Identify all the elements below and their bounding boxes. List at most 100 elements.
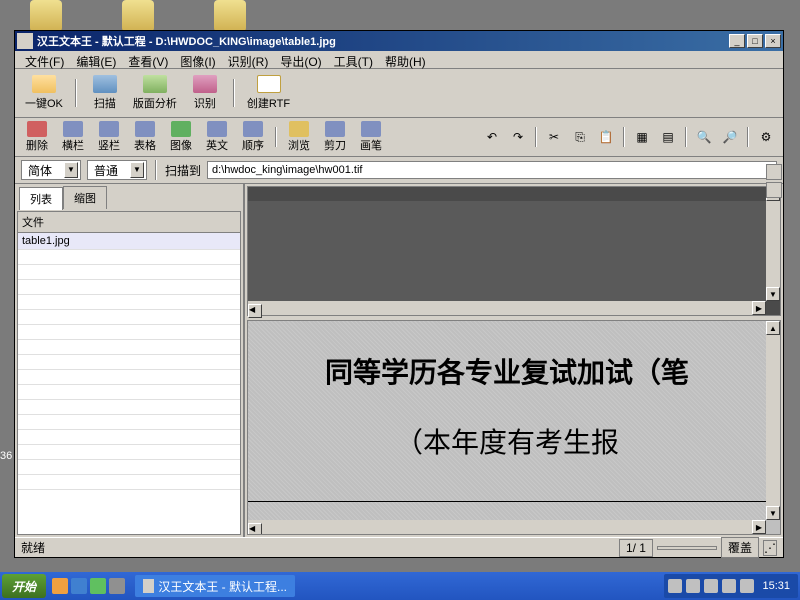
one-key-ok-button[interactable]: 一键OK [21,73,67,113]
menu-help[interactable]: 帮助(H) [379,51,432,68]
zoom-out-button[interactable]: 🔎 [719,126,741,148]
cut-button[interactable]: ✂ [543,126,565,148]
vertical-scrollbar[interactable]: ▲ ▼ [766,187,780,301]
table-button[interactable]: 表格 [129,120,161,154]
resize-grip[interactable]: ⋰ [763,540,777,556]
style-combo[interactable]: 普通▼ [87,160,147,180]
brush-button[interactable]: 画笔 [355,120,387,154]
path-row: 简体▼ 普通▼ 扫描到 [15,157,783,184]
file-row-empty [18,325,240,340]
app-icon [17,33,33,49]
hcolumn-icon [63,121,83,137]
rtf-icon [257,75,281,93]
scroll-left-button[interactable]: ◀ [248,523,262,535]
file-row-empty [18,355,240,370]
menu-recognize[interactable]: 识别(R) [222,51,275,68]
font-combo[interactable]: 简体▼ [21,160,81,180]
create-rtf-button[interactable]: 创建RTF [243,73,294,113]
side-tool-icon[interactable] [766,164,782,180]
order-button[interactable]: 顺序 [237,120,269,154]
scroll-right-button[interactable]: ▶ [752,301,766,315]
main-toolbar: 一键OK 扫描 版面分析 识别 创建RTF [15,69,783,118]
table-icon [135,121,155,137]
browse-icon [289,121,309,137]
side-tool-icon[interactable] [766,182,782,198]
scan-path-input[interactable] [207,161,777,179]
taskbar-app-button[interactable]: 汉王文本王 - 默认工程... [135,575,295,597]
minimize-button[interactable]: _ [729,34,745,48]
maximize-button[interactable]: □ [747,34,763,48]
tray-icon[interactable] [704,579,718,593]
tray-icon[interactable] [722,579,736,593]
close-button[interactable]: × [765,34,781,48]
left-tabs: 列表 缩图 [15,184,243,209]
delete-button[interactable]: 删除 [21,120,53,154]
preview-canvas[interactable] [248,201,766,301]
clock[interactable]: 15:31 [758,580,794,592]
layout-analysis-button[interactable]: 版面分析 [129,73,181,113]
quicklaunch-icon[interactable] [71,578,87,594]
scissors-button[interactable]: 剪刀 [319,120,351,154]
status-overwrite: 覆盖 [721,537,759,558]
redo-button[interactable]: ↷ [507,126,529,148]
file-row-empty [18,310,240,325]
copy-button[interactable]: ⎘ [569,126,591,148]
settings-button[interactable]: ⚙ [755,126,777,148]
zoom-in-button[interactable]: 🔍 [693,126,715,148]
recognize-icon [193,75,217,93]
undo-button[interactable]: ↶ [481,126,503,148]
app-window: 汉王文本王 - 默认工程 - D:\HWDOC_KING\image\table… [14,30,784,558]
horizontal-scrollbar[interactable]: ◀ ▶ [248,301,766,315]
vertical-scrollbar[interactable]: ▲ ▼ [766,321,780,520]
separator [535,127,537,147]
image-button[interactable]: 图像 [165,120,197,154]
doc-subtitle-line: （本年度有考生报 [395,421,619,461]
scroll-up-button[interactable]: ▲ [766,321,780,335]
quicklaunch-icon[interactable] [109,578,125,594]
menu-tools[interactable]: 工具(T) [328,51,379,68]
image-icon [171,121,191,137]
tray-icon[interactable] [740,579,754,593]
desktop-icon[interactable] [30,0,62,32]
separator [233,79,235,107]
horizontal-scrollbar[interactable]: ◀ ▶ [248,520,766,534]
tray-icon[interactable] [686,579,700,593]
layout2-button[interactable]: ▤ [657,126,679,148]
file-row[interactable]: table1.jpg [18,233,240,250]
tray-icon[interactable] [668,579,682,593]
quicklaunch-icon[interactable] [90,578,106,594]
brush-icon [361,121,381,137]
menu-image[interactable]: 图像(I) [174,51,221,68]
english-button[interactable]: 英文 [201,120,233,154]
separator [155,160,157,180]
recognize-button[interactable]: 识别 [185,73,225,113]
document-content[interactable]: 同等学历各专业复试加试（笔 （本年度有考生报 [248,321,766,520]
scroll-right-button[interactable]: ▶ [752,520,766,534]
paste-button[interactable]: 📋 [595,126,617,148]
scroll-down-button[interactable]: ▼ [766,506,780,520]
menu-edit[interactable]: 编辑(E) [70,51,122,68]
app-icon [143,579,154,593]
file-list-header[interactable]: 文件 [18,212,240,233]
scan-button[interactable]: 扫描 [85,73,125,113]
menu-view[interactable]: 查看(V) [122,51,174,68]
menu-export[interactable]: 导出(O) [274,51,327,68]
layout1-button[interactable]: ▦ [631,126,653,148]
quicklaunch-icon[interactable] [52,578,68,594]
status-ready: 就绪 [21,539,45,556]
tab-list[interactable]: 列表 [19,187,63,210]
browse-button[interactable]: 浏览 [283,120,315,154]
titlebar: 汉王文本王 - 默认工程 - D:\HWDOC_KING\image\table… [15,31,783,51]
desktop-icon[interactable] [122,0,154,32]
side-marker: 36 [0,450,12,462]
scroll-left-button[interactable]: ◀ [248,304,262,318]
menu-file[interactable]: 文件(F) [19,51,70,68]
chevron-down-icon: ▼ [130,162,144,178]
horizontal-column-button[interactable]: 横栏 [57,120,89,154]
scissors-icon [325,121,345,137]
tab-thumbnails[interactable]: 缩图 [63,186,107,209]
desktop-icon[interactable] [214,0,246,32]
vertical-column-button[interactable]: 竖栏 [93,120,125,154]
scroll-down-button[interactable]: ▼ [766,287,780,301]
start-button[interactable]: 开始 [2,574,46,598]
